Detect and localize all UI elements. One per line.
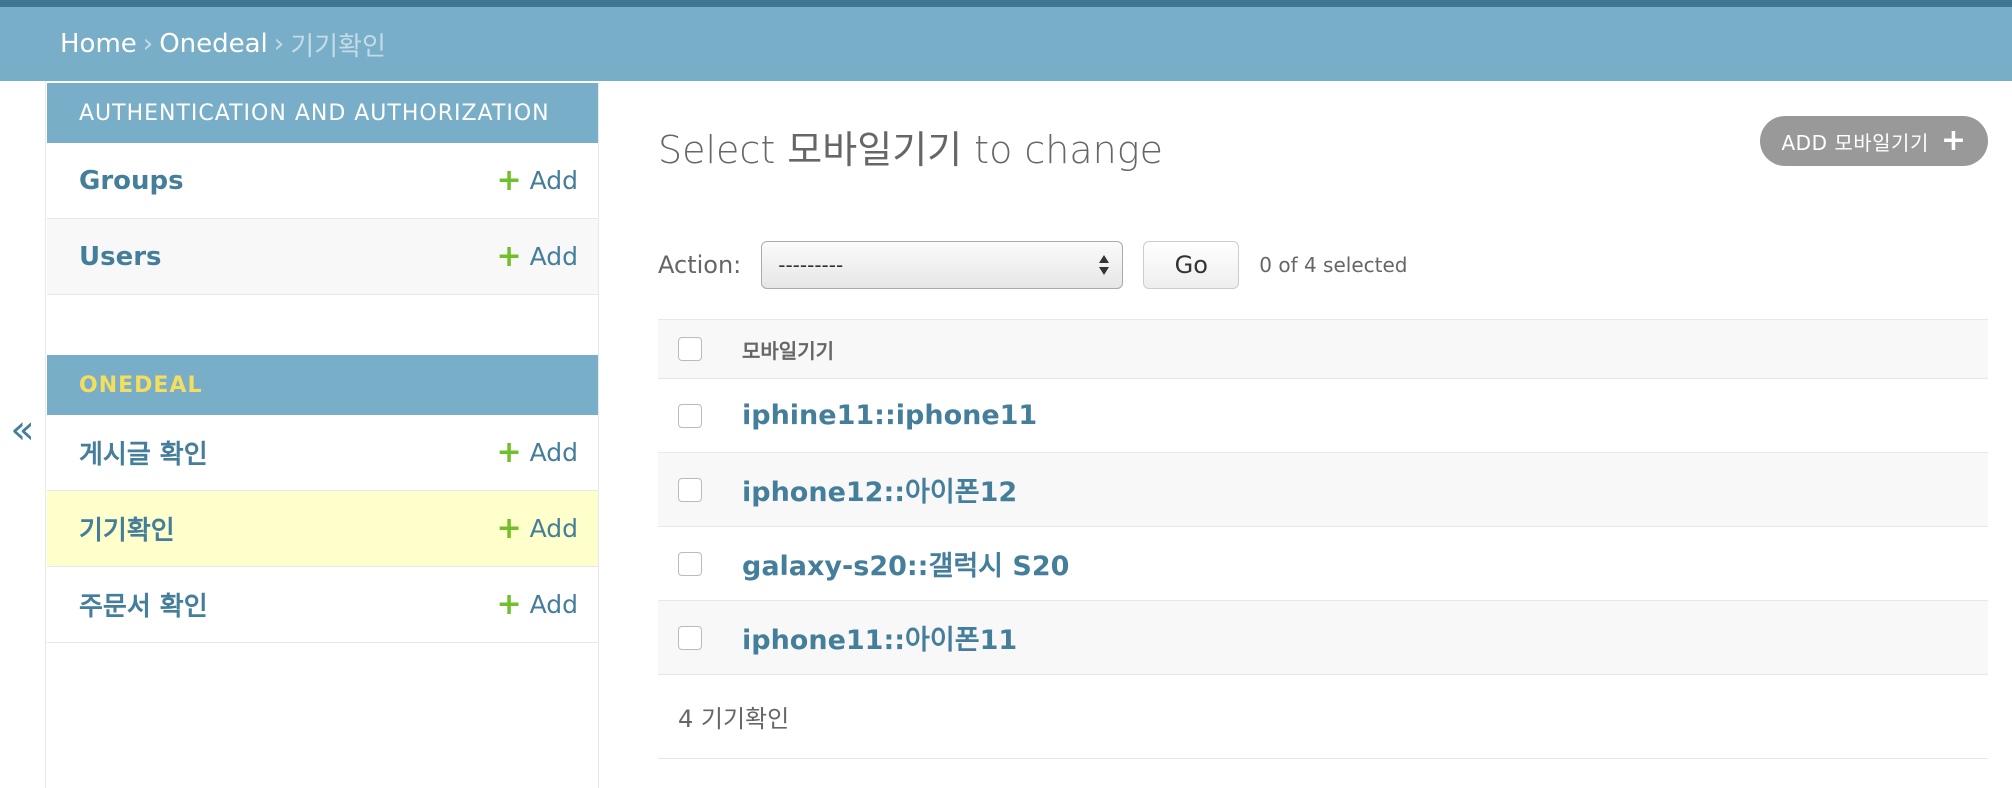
- go-button[interactable]: Go: [1143, 241, 1240, 289]
- table-row: iphone11::아이폰11: [658, 601, 1988, 675]
- add-label: Add: [529, 438, 578, 467]
- breadcrumb-current: 기기확인: [290, 31, 386, 62]
- module-caption-onedeal[interactable]: ONEDEAL: [47, 355, 598, 415]
- add-label: Add: [529, 242, 578, 271]
- select-all-checkbox[interactable]: [678, 337, 702, 361]
- breadcrumb: Home › Onedeal › 기기확인: [0, 7, 2012, 81]
- module-caption-auth[interactable]: AUTHENTICATION AND AUTHORIZATION: [47, 83, 598, 143]
- plus-icon: +: [1940, 123, 1967, 158]
- row-link[interactable]: iphone12::아이폰12: [742, 470, 1017, 509]
- top-accent-bar: [0, 0, 2012, 7]
- row-checkbox[interactable]: [678, 551, 702, 576]
- add-button-label: ADD 모바일기기: [1781, 130, 1929, 155]
- sidebar: AUTHENTICATION AND AUTHORIZATION Groups …: [47, 83, 599, 788]
- sidebar-link-groups[interactable]: Groups: [79, 166, 184, 196]
- add-mobile-device-button[interactable]: ADD 모바일기기 +: [1760, 116, 1988, 166]
- table-row: iphine11::iphone11: [658, 379, 1988, 453]
- up-down-arrows-icon: [1099, 255, 1110, 275]
- add-users-button[interactable]: + Add: [496, 238, 578, 274]
- breadcrumb-separator: ›: [273, 29, 285, 59]
- breadcrumb-separator: ›: [142, 29, 154, 59]
- sidebar-link-users[interactable]: Users: [79, 242, 162, 272]
- sidebar-item-groups: Groups + Add: [47, 143, 598, 219]
- module-spacer: [47, 295, 598, 355]
- breadcrumb-home-link[interactable]: Home: [60, 29, 137, 59]
- row-checkbox[interactable]: [678, 477, 702, 502]
- actions-bar: Action: --------- Go 0 of 4 selected: [658, 241, 1407, 289]
- add-posts-button[interactable]: + Add: [496, 434, 578, 470]
- add-label: Add: [529, 514, 578, 543]
- plus-icon: +: [496, 510, 522, 546]
- breadcrumb-app-link[interactable]: Onedeal: [159, 29, 268, 59]
- toggle-sidebar-button[interactable]: «: [0, 81, 46, 788]
- page-title: Select 모바일기기 to change: [658, 128, 1163, 172]
- row-checkbox[interactable]: [678, 625, 702, 650]
- sidebar-link-devices[interactable]: 기기확인: [79, 510, 175, 547]
- action-select-value: ---------: [778, 253, 844, 277]
- column-header-mobile-device[interactable]: 모바일기기: [742, 335, 834, 364]
- row-link[interactable]: iphine11::iphone11: [742, 400, 1037, 431]
- table-header: 모바일기기: [658, 319, 1988, 379]
- add-groups-button[interactable]: + Add: [496, 162, 578, 198]
- select-arrows-icon: [1098, 253, 1110, 277]
- double-chevron-left-icon: «: [10, 406, 35, 453]
- add-orders-button[interactable]: + Add: [496, 586, 578, 622]
- plus-icon: +: [496, 162, 522, 198]
- add-label: Add: [529, 166, 578, 195]
- row-link[interactable]: galaxy-s20::갤럭시 S20: [742, 544, 1069, 583]
- sidebar-link-posts[interactable]: 게시글 확인: [79, 434, 208, 471]
- paginator: 4 기기확인: [658, 675, 1988, 759]
- plus-icon: +: [496, 434, 522, 470]
- action-select[interactable]: ---------: [761, 241, 1124, 289]
- row-checkbox[interactable]: [678, 403, 702, 428]
- table-row: galaxy-s20::갤럭시 S20: [658, 527, 1988, 601]
- sidebar-item-orders: 주문서 확인 + Add: [47, 567, 598, 643]
- plus-icon: +: [496, 586, 522, 622]
- row-link[interactable]: iphone11::아이폰11: [742, 618, 1017, 657]
- selection-counter: 0 of 4 selected: [1259, 253, 1408, 277]
- add-label: Add: [529, 590, 578, 619]
- sidebar-item-users: Users + Add: [47, 219, 598, 295]
- action-label: Action:: [658, 251, 742, 279]
- table-row: iphone12::아이폰12: [658, 453, 1988, 527]
- sidebar-item-posts: 게시글 확인 + Add: [47, 415, 598, 491]
- sidebar-item-devices: 기기확인 + Add: [47, 491, 598, 567]
- sidebar-link-orders[interactable]: 주문서 확인: [79, 586, 208, 623]
- add-devices-button[interactable]: + Add: [496, 510, 578, 546]
- plus-icon: +: [496, 238, 522, 274]
- results-table: 모바일기기 iphine11::iphone11 iphone12::아이폰12…: [658, 319, 1988, 759]
